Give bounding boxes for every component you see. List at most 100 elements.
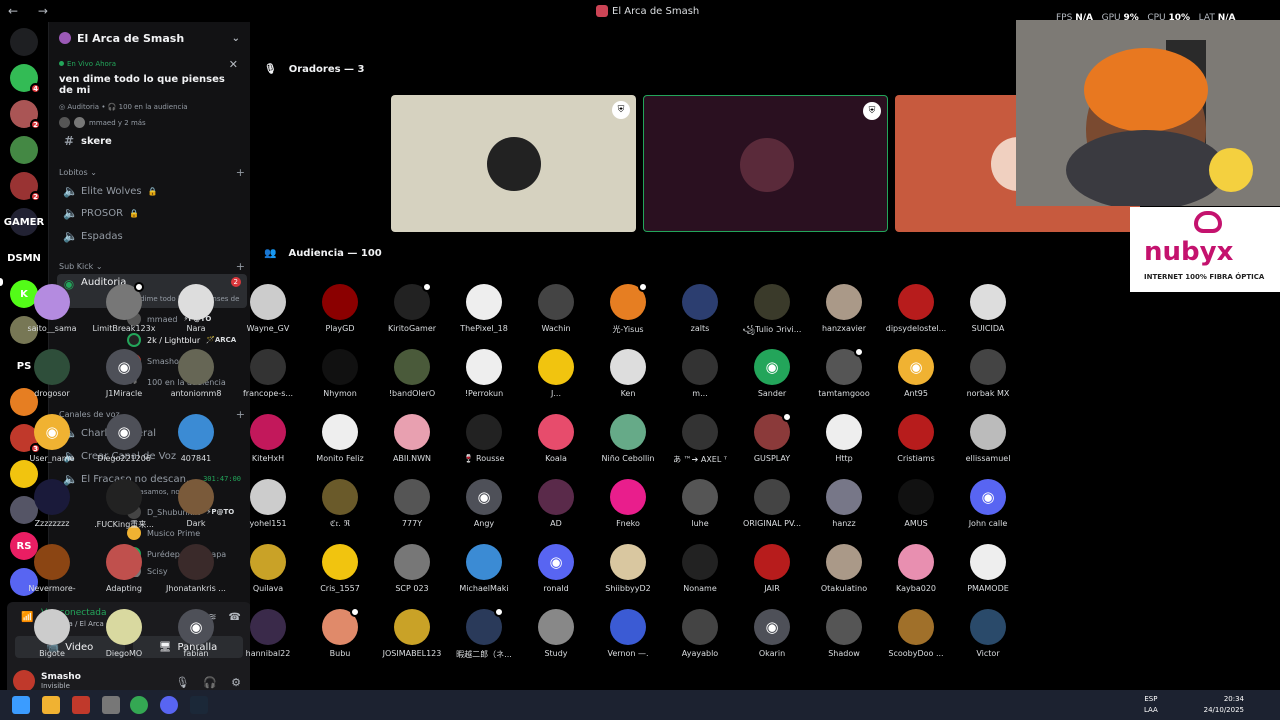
audience-member[interactable]: hanzz bbox=[808, 479, 880, 528]
audience-member[interactable]: zalts bbox=[664, 284, 736, 333]
audience-member[interactable]: MichaelMaki bbox=[448, 544, 520, 593]
audience-member[interactable]: Nara bbox=[160, 284, 232, 333]
audience-member[interactable]: Http bbox=[808, 414, 880, 463]
audience-member[interactable]: ScoobyDoo ... bbox=[880, 609, 952, 658]
guild-header[interactable]: El Arca de Smash ⌄ bbox=[49, 22, 250, 54]
audience-member[interactable]: francope-s... bbox=[232, 349, 304, 398]
audience-member[interactable]: Cris_1557 bbox=[304, 544, 376, 593]
audience-member[interactable]: ellissamuel bbox=[952, 414, 1024, 463]
history-nav-icons[interactable]: ← → bbox=[8, 4, 56, 18]
file-explorer-icon[interactable] bbox=[42, 696, 60, 714]
audience-member[interactable]: Bubu bbox=[304, 607, 376, 658]
audience-member[interactable]: tamtamgooo bbox=[808, 347, 880, 398]
headphones-icon[interactable]: 🎧 bbox=[203, 676, 217, 689]
chevron-down-icon[interactable]: ⌄ bbox=[232, 33, 240, 44]
server-icon[interactable] bbox=[10, 28, 38, 56]
audience-member[interactable]: GUSPLAY bbox=[736, 412, 808, 463]
audience-member[interactable]: m... bbox=[664, 349, 736, 398]
audience-member[interactable]: Dark bbox=[160, 479, 232, 528]
audience-member[interactable]: ◉ ronald bbox=[520, 544, 592, 593]
audience-member[interactable]: DiegoMO bbox=[88, 609, 160, 658]
audience-member[interactable]: J... bbox=[520, 349, 592, 398]
audience-member[interactable]: hanzxavier bbox=[808, 284, 880, 333]
channel-elite-wolves[interactable]: 🔈 Elite Wolves 🔒 bbox=[57, 180, 247, 202]
audience-member[interactable]: JOSIMABEL123 bbox=[376, 609, 448, 658]
audience-member[interactable]: AD bbox=[520, 479, 592, 528]
server-icon[interactable]: 2 bbox=[10, 172, 41, 202]
audience-member[interactable]: ◉ John calle bbox=[952, 479, 1024, 528]
audience-member[interactable]: ShiibbyyD2 bbox=[592, 544, 664, 593]
microphone-icon[interactable]: 🎙 bbox=[175, 676, 189, 689]
audience-member[interactable]: ◉ Angy bbox=[448, 479, 520, 528]
language-indicator[interactable]: ESP LAA bbox=[1144, 694, 1158, 716]
server-icon[interactable]: DSMN bbox=[7, 244, 41, 272]
audience-member[interactable]: Fneko bbox=[592, 479, 664, 528]
audience-member[interactable]: ◉ Ant95 bbox=[880, 349, 952, 398]
audience-member[interactable]: Adapting bbox=[88, 544, 160, 593]
audience-member[interactable]: Ayayablo bbox=[664, 609, 736, 658]
audience-member[interactable]: ABII.NWN bbox=[376, 414, 448, 463]
audience-member[interactable]: ◉ Sander bbox=[736, 349, 808, 398]
audience-member[interactable]: !bandOlerO bbox=[376, 349, 448, 398]
add-channel-icon[interactable]: + bbox=[236, 166, 245, 179]
category-sub-kick[interactable]: Sub Kick ⌄ + bbox=[59, 260, 245, 273]
audience-member[interactable]: ◉ User_name bbox=[16, 414, 88, 463]
audience-member[interactable]: AMUS bbox=[880, 479, 952, 528]
server-icon[interactable]: GAMER bbox=[4, 208, 44, 236]
audience-member[interactable]: 407841 bbox=[160, 414, 232, 463]
audience-member[interactable]: hannibal22 bbox=[232, 609, 304, 658]
audience-member[interactable]: Ken bbox=[592, 349, 664, 398]
audience-member[interactable]: あ ™➔ AXEL ᵀ bbox=[664, 414, 736, 465]
audience-member[interactable]: Niño Cebollin bbox=[592, 414, 664, 463]
audience-member[interactable]: 🍷 Rousse bbox=[448, 414, 520, 463]
audience-member[interactable]: PMAMODE bbox=[952, 544, 1024, 593]
add-channel-icon[interactable]: + bbox=[236, 260, 245, 273]
audience-member[interactable]: Nhymon bbox=[304, 349, 376, 398]
audience-member[interactable]: Otakulatino bbox=[808, 544, 880, 593]
clock[interactable]: 20:34 24/10/2025 bbox=[1204, 694, 1244, 716]
audience-member[interactable]: ℭ𝔯. ℜ bbox=[304, 479, 376, 529]
app-icon[interactable] bbox=[72, 696, 90, 714]
channel-espadas[interactable]: 🔈 Espadas bbox=[57, 225, 247, 247]
audience-member[interactable]: Shadow bbox=[808, 609, 880, 658]
speaker-tile[interactable]: ⛨ bbox=[643, 95, 888, 232]
audience-member[interactable]: 光-Yisus bbox=[592, 282, 664, 335]
gear-icon[interactable]: ⚙ bbox=[231, 676, 241, 689]
server-icon[interactable]: 2 bbox=[10, 100, 41, 130]
audience-member[interactable]: Cristiams bbox=[880, 414, 952, 463]
settings-icon[interactable] bbox=[102, 696, 120, 714]
audience-member[interactable]: antoniomm8 bbox=[160, 349, 232, 398]
audience-member[interactable]: yohel151 bbox=[232, 479, 304, 528]
audience-member[interactable]: JAIR bbox=[736, 544, 808, 593]
audience-member[interactable]: ThePixel_18 bbox=[448, 284, 520, 333]
audience-member[interactable]: ◉ J1Miracle bbox=[88, 349, 160, 398]
audience-member[interactable]: Jhonatankris ... bbox=[160, 544, 232, 593]
audience-member[interactable]: KiteHxH bbox=[232, 414, 304, 463]
audience-member[interactable]: Wayne_GV bbox=[232, 284, 304, 333]
audience-member[interactable]: KiritoGamer bbox=[376, 282, 448, 333]
audience-member[interactable]: .FUCKing重来... bbox=[88, 479, 160, 530]
audience-member[interactable]: Nevermore- bbox=[16, 544, 88, 593]
audience-member[interactable]: dipsydelostel... bbox=[880, 284, 952, 333]
audience-member[interactable]: saito__sama bbox=[16, 284, 88, 333]
audience-member[interactable]: ◉ Diego221206 bbox=[88, 414, 160, 463]
steam-icon[interactable] bbox=[190, 696, 208, 714]
audience-member[interactable]: 暇越二郎（ネ... bbox=[448, 607, 520, 660]
audience-member[interactable]: ◉ fabian bbox=[160, 609, 232, 658]
audience-member[interactable]: SUICIDA bbox=[952, 284, 1024, 333]
current-user[interactable]: Smasho Invisible bbox=[13, 670, 81, 692]
audience-member[interactable]: LimitBreak123x bbox=[88, 282, 160, 333]
audience-member[interactable]: !Perrokun bbox=[448, 349, 520, 398]
audience-member[interactable]: Zzzzzzzz bbox=[16, 479, 88, 528]
windows-start-icon[interactable] bbox=[12, 696, 30, 714]
audience-member[interactable]: ◉ Okarin bbox=[736, 609, 808, 658]
audience-member[interactable]: norbak MX bbox=[952, 349, 1024, 398]
channel-skere[interactable]: # skere bbox=[57, 130, 247, 152]
audience-member[interactable]: SCP 023 bbox=[376, 544, 448, 593]
audience-member[interactable]: Wachin bbox=[520, 284, 592, 333]
audience-member[interactable]: Koala bbox=[520, 414, 592, 463]
audience-member[interactable]: Monito Feliz bbox=[304, 414, 376, 463]
audience-member[interactable]: Noname bbox=[664, 544, 736, 593]
close-icon[interactable]: ✕ bbox=[229, 58, 238, 71]
audience-member[interactable]: Bigote bbox=[16, 609, 88, 658]
